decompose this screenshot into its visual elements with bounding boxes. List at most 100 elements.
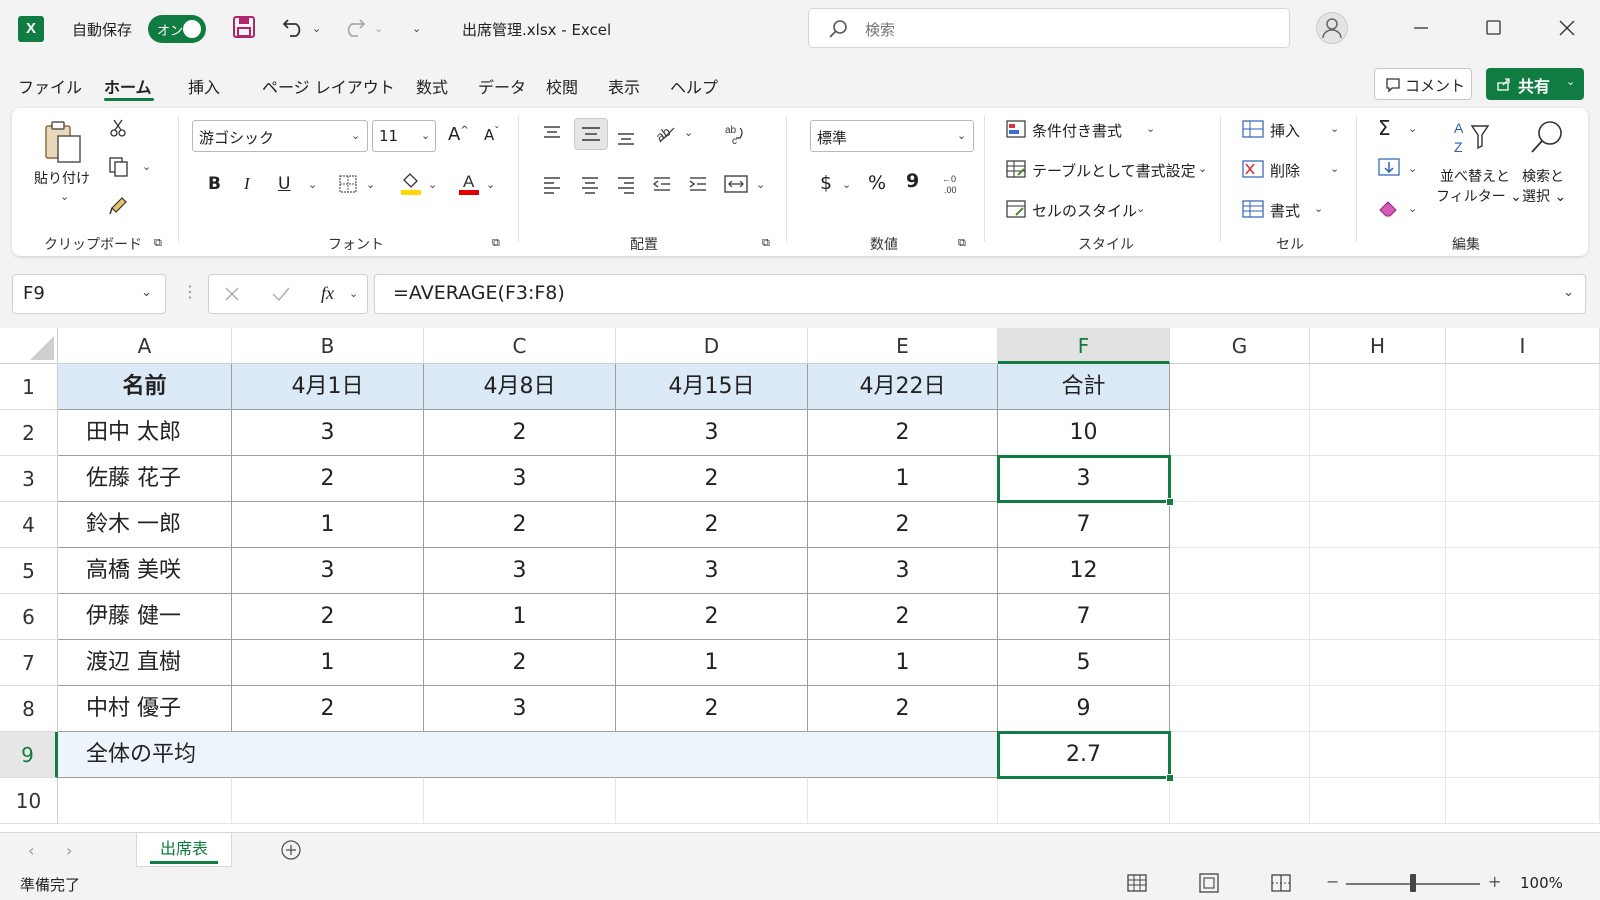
copy-dropdown-icon[interactable]: ⌄	[142, 160, 151, 173]
cell-b8[interactable]: 2	[232, 686, 424, 732]
normal-view-icon[interactable]	[1126, 872, 1148, 894]
autosave-toggle[interactable]: オン	[148, 15, 206, 43]
alignment-launcher-icon[interactable]: ⧉	[762, 236, 770, 250]
fx-dropdown-icon[interactable]: ⌄	[349, 287, 358, 300]
column-header-f[interactable]: F	[998, 328, 1170, 364]
cell-g8[interactable]	[1170, 686, 1310, 732]
cell-i5[interactable]	[1446, 548, 1600, 594]
align-center-icon[interactable]	[580, 174, 600, 194]
insert-cells-button[interactable]: 挿入	[1270, 120, 1300, 141]
currency-button[interactable]: $	[820, 172, 832, 194]
cell-d8[interactable]: 2	[616, 686, 808, 732]
tab-help[interactable]: ヘルプ	[670, 74, 718, 98]
column-header-a[interactable]: A	[58, 328, 232, 364]
fill-handle[interactable]	[1166, 774, 1174, 782]
cell-g2[interactable]	[1170, 410, 1310, 456]
cell-e4[interactable]: 2	[808, 502, 998, 548]
delete-cells-dropdown-icon[interactable]: ⌄	[1330, 162, 1339, 175]
cell-f10[interactable]	[998, 778, 1170, 824]
format-as-table-button[interactable]: テーブルとして書式設定	[1032, 160, 1196, 181]
row-header-1[interactable]: 1	[0, 364, 58, 410]
row-header-10[interactable]: 10	[0, 778, 58, 824]
cell-g9[interactable]	[1170, 732, 1310, 778]
confirm-entry-icon[interactable]	[271, 285, 291, 303]
row-header-8[interactable]: 8	[0, 686, 58, 732]
format-cells-button[interactable]: 書式	[1270, 200, 1300, 221]
cell-i9[interactable]	[1446, 732, 1600, 778]
cell-styles-icon[interactable]	[1006, 200, 1026, 218]
increase-font-icon[interactable]: A^	[448, 124, 469, 145]
paste-icon[interactable]	[42, 120, 84, 164]
cell-a5[interactable]: 高橋 美咲	[58, 548, 232, 594]
font-color-dropdown-icon[interactable]: ⌄	[486, 178, 495, 191]
increase-indent-icon[interactable]	[688, 174, 708, 194]
cell-b5[interactable]: 3	[232, 548, 424, 594]
row-header-6[interactable]: 6	[0, 594, 58, 640]
paste-label[interactable]: 貼り付け	[34, 168, 90, 188]
cancel-entry-icon[interactable]	[223, 285, 241, 303]
align-left-icon[interactable]	[542, 174, 562, 194]
cell-a8[interactable]: 中村 優子	[58, 686, 232, 732]
orientation-dropdown-icon[interactable]: ⌄	[684, 126, 693, 139]
tab-home[interactable]: ホーム	[104, 74, 152, 98]
cell-a6[interactable]: 伊藤 健一	[58, 594, 232, 640]
increase-decimal-icon[interactable]: ←0.00	[940, 172, 964, 196]
format-cells-dropdown-icon[interactable]: ⌄	[1314, 202, 1323, 215]
bold-button[interactable]: B	[208, 174, 221, 194]
cell-i1[interactable]	[1446, 364, 1600, 410]
copy-icon[interactable]	[108, 156, 130, 178]
cell-d1[interactable]: 4月15日	[616, 364, 808, 410]
cell-a10[interactable]	[58, 778, 232, 824]
fill-color-dropdown-icon[interactable]: ⌄	[428, 178, 437, 191]
worksheet-grid[interactable]: A B C D E F G H I 1 2 3 4 5 6 7 8 9 10 名…	[0, 328, 1600, 832]
tab-file[interactable]: ファイル	[18, 74, 82, 98]
share-button[interactable]: 共有 ⌄	[1486, 68, 1584, 100]
cell-i2[interactable]	[1446, 410, 1600, 456]
row-header-5[interactable]: 5	[0, 548, 58, 594]
conditional-formatting-button[interactable]: 条件付き書式	[1032, 120, 1122, 141]
merge-dropdown-icon[interactable]: ⌄	[756, 178, 765, 191]
cell-c3[interactable]: 3	[424, 456, 616, 502]
cell-h6[interactable]	[1310, 594, 1446, 640]
cell-a7[interactable]: 渡辺 直樹	[58, 640, 232, 686]
cell-f8[interactable]: 9	[998, 686, 1170, 732]
tab-formulas[interactable]: 数式	[416, 74, 448, 98]
cell-g7[interactable]	[1170, 640, 1310, 686]
fill-dropdown-icon[interactable]: ⌄	[1408, 162, 1417, 175]
cell-g6[interactable]	[1170, 594, 1310, 640]
expand-formula-icon[interactable]: ⌄	[1563, 285, 1574, 300]
decrease-indent-icon[interactable]	[652, 174, 672, 194]
column-header-h[interactable]: H	[1310, 328, 1446, 364]
autosum-dropdown-icon[interactable]: ⌄	[1408, 122, 1417, 135]
cell-f9[interactable]: 2.7	[998, 732, 1170, 778]
cell-g4[interactable]	[1170, 502, 1310, 548]
cell-h5[interactable]	[1310, 548, 1446, 594]
insert-function-icon[interactable]: fx	[321, 283, 334, 304]
font-size-select[interactable]: 11 ⌄	[372, 120, 436, 152]
cell-f3[interactable]: 3	[998, 456, 1170, 502]
cell-f7[interactable]: 5	[998, 640, 1170, 686]
save-icon[interactable]	[232, 15, 256, 39]
search-box[interactable]: 検索	[808, 8, 1290, 48]
customize-qat-icon[interactable]: ⌄	[412, 22, 421, 35]
fill-handle[interactable]	[1166, 498, 1174, 506]
cell-e2[interactable]: 2	[808, 410, 998, 456]
cell-h1[interactable]	[1310, 364, 1446, 410]
tab-page-layout[interactable]: ページ レイアウト	[262, 74, 395, 98]
cell-d5[interactable]: 3	[616, 548, 808, 594]
tab-view[interactable]: 表示	[608, 74, 640, 98]
maximize-icon[interactable]	[1478, 14, 1508, 42]
column-header-b[interactable]: B	[232, 328, 424, 364]
tab-insert[interactable]: 挿入	[188, 74, 220, 98]
cell-e6[interactable]: 2	[808, 594, 998, 640]
next-sheet-icon[interactable]: ›	[66, 841, 72, 860]
cell-b10[interactable]	[232, 778, 424, 824]
formula-input[interactable]: =AVERAGE(F3:F8) ⌄	[374, 274, 1586, 314]
clear-dropdown-icon[interactable]: ⌄	[1408, 202, 1417, 215]
cell-c1[interactable]: 4月8日	[424, 364, 616, 410]
format-as-table-icon[interactable]	[1006, 160, 1026, 178]
cell-f4[interactable]: 7	[998, 502, 1170, 548]
comment-button[interactable]: コメント	[1374, 68, 1472, 100]
cell-i10[interactable]	[1446, 778, 1600, 824]
cell-i7[interactable]	[1446, 640, 1600, 686]
